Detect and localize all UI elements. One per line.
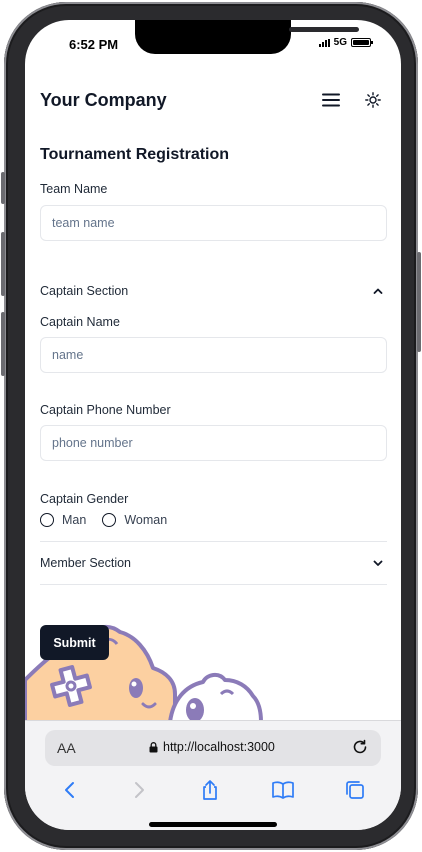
chevron-up-icon <box>373 288 383 294</box>
browser-nav <box>25 779 401 801</box>
member-section-toggle[interactable]: Member Section <box>40 556 387 570</box>
address-bar[interactable]: AA http://localhost:3000 <box>45 730 381 766</box>
notch <box>135 20 359 54</box>
url-text: http://localhost:3000 <box>163 740 275 754</box>
forward-arrow-icon[interactable] <box>129 780 149 800</box>
mute-switch <box>1 172 5 204</box>
lock-icon <box>149 741 158 752</box>
status-indicators: 5G <box>318 37 373 48</box>
team-name-input[interactable] <box>40 205 387 241</box>
network-type: 5G <box>333 37 347 48</box>
member-section-label: Member Section <box>40 556 132 570</box>
captain-section-label: Captain Section <box>40 284 129 298</box>
captain-section-toggle[interactable]: Captain Section <box>40 284 387 298</box>
sun-icon[interactable] <box>362 89 384 111</box>
signal-icon <box>318 38 330 47</box>
team-name-label: Team Name <box>40 182 108 196</box>
form-title: Tournament Registration <box>40 146 230 163</box>
captain-gender-label: Captain Gender <box>40 492 129 506</box>
power-button <box>417 252 421 352</box>
volume-down-button <box>1 312 5 376</box>
speaker <box>289 27 359 32</box>
divider <box>40 541 387 542</box>
phone-screen: 6:52 PM 5G Your Company Tournament Regis… <box>25 20 401 830</box>
share-icon[interactable] <box>199 779 221 801</box>
safari-toolbar: AA http://localhost:3000 <box>25 720 401 830</box>
reload-icon[interactable] <box>351 738 369 756</box>
volume-up-button <box>1 232 5 296</box>
radio-man-label[interactable]: Man <box>62 513 86 527</box>
submit-button[interactable]: Submit <box>40 625 109 660</box>
captain-name-label: Captain Name <box>40 315 120 329</box>
home-indicator <box>149 822 277 827</box>
battery-icon <box>351 38 373 47</box>
text-size-button[interactable]: AA <box>57 740 76 756</box>
tabs-icon[interactable] <box>344 779 366 801</box>
radio-woman[interactable] <box>102 513 117 527</box>
hamburger-menu-icon[interactable] <box>320 89 342 111</box>
brand-name[interactable]: Your Company <box>40 90 167 111</box>
book-icon[interactable] <box>271 780 295 800</box>
app-header: Your Company <box>40 84 386 116</box>
radio-man[interactable] <box>40 513 54 527</box>
captain-phone-input[interactable] <box>40 425 387 461</box>
captain-phone-label: Captain Phone Number <box>40 403 171 417</box>
gender-radio-group: Man Woman <box>40 513 387 527</box>
radio-woman-label[interactable]: Woman <box>124 513 167 527</box>
status-time: 6:52 PM <box>69 37 119 52</box>
url-display[interactable]: http://localhost:3000 <box>149 740 275 754</box>
chevron-down-icon <box>373 560 383 566</box>
back-arrow-icon[interactable] <box>60 780 80 800</box>
registration-form: Tournament Registration Team Name Captai… <box>40 146 387 585</box>
captain-name-input[interactable] <box>40 337 387 373</box>
divider <box>40 584 387 585</box>
